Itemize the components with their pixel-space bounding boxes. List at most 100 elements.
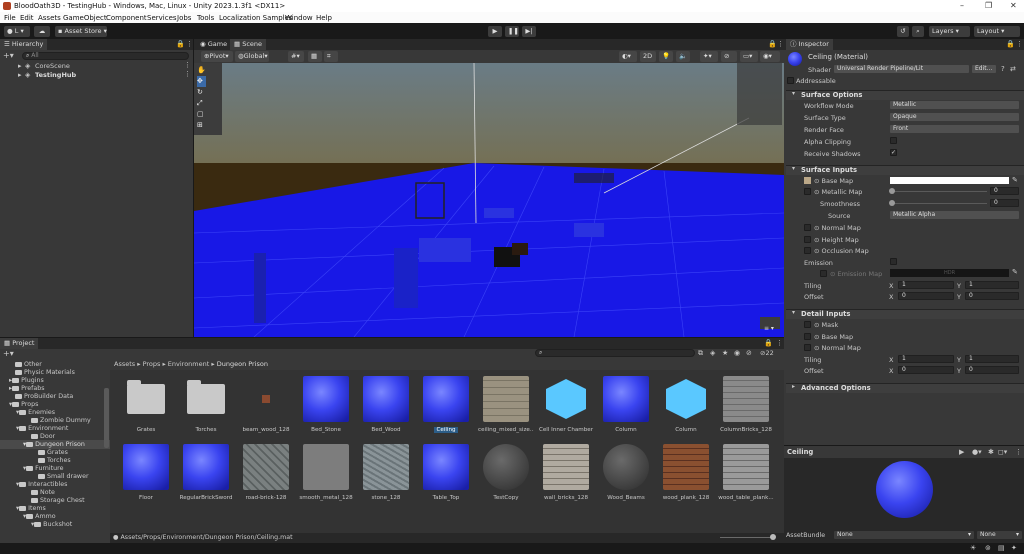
height-map-slot[interactable] xyxy=(804,236,811,243)
lock-icon[interactable]: 🔒 xyxy=(1006,40,1015,48)
tree-item-interactibles[interactable]: ▾ Interactibles xyxy=(16,481,67,488)
tree-item-buckshot[interactable]: ▾ Buckshot xyxy=(31,521,72,528)
asset-stone[interactable]: stone_128 xyxy=(358,444,414,501)
normal-map-slot[interactable] xyxy=(804,224,811,231)
help-icon[interactable]: ? xyxy=(1001,65,1005,73)
thumbnail-size-handle[interactable] xyxy=(770,534,776,540)
metallic-value-field[interactable]: 0 xyxy=(990,187,1019,195)
camera-icon[interactable]: ▭▾ xyxy=(740,51,758,62)
emission-map-slot[interactable] xyxy=(820,270,827,277)
light-icon[interactable]: ✱ xyxy=(988,448,994,456)
detail-offset-y-field[interactable]: 0 xyxy=(965,366,1019,374)
asset-beam-wood[interactable]: beam_wood_128 xyxy=(238,376,294,433)
tree-item-small-drawer[interactable]: Small drawer xyxy=(38,473,89,480)
favorite-icon[interactable]: ★ xyxy=(722,349,728,357)
tree-item-probuilder-data[interactable]: ProBuilder Data xyxy=(15,393,73,400)
filter-type-icon[interactable]: ⧉ xyxy=(698,349,703,358)
asset-wood-table-plank[interactable]: wood_table_plank... xyxy=(718,444,774,501)
move-tool-icon[interactable]: ✥ xyxy=(197,76,206,87)
mode-2d-toggle[interactable]: 2D xyxy=(640,51,656,62)
grid-icon[interactable]: ▦ xyxy=(308,51,322,62)
progress-icon[interactable]: ☀ xyxy=(970,544,976,552)
add-icon[interactable]: +▾ xyxy=(3,51,14,60)
lock-icon[interactable]: 🔒 xyxy=(768,40,777,48)
smoothness-slider-track[interactable] xyxy=(892,203,987,204)
hand-tool-icon[interactable]: ✋ xyxy=(197,65,206,76)
tree-item-note[interactable]: Note xyxy=(31,489,55,496)
tree-item-props[interactable]: ▾ Props xyxy=(9,401,38,408)
pause-icon[interactable]: ❚❚ xyxy=(505,26,519,37)
layout-dropdown[interactable]: Layout ▾ xyxy=(974,26,1020,37)
asset-ceiling-mixed[interactable]: ceiling_mixed_size... xyxy=(478,376,534,433)
tree-item-ammo[interactable]: ▾ Ammo xyxy=(23,513,56,520)
grid-snap-icon[interactable]: #▾ xyxy=(288,51,304,62)
tree-item-grates[interactable]: Grates xyxy=(38,449,68,456)
step-icon[interactable]: ▶| xyxy=(522,26,536,37)
more-icon[interactable]: ⋮ xyxy=(776,339,783,347)
asset-column-material[interactable]: Column xyxy=(598,376,654,433)
more-icon[interactable]: ⋮ xyxy=(184,61,191,69)
more-icon[interactable]: ⋮ xyxy=(1016,40,1023,48)
asset-column-prefab[interactable]: Column xyxy=(658,376,714,433)
asset-wood-beams[interactable]: Wood_Beams xyxy=(598,444,654,501)
tree-item-enemies[interactable]: ▾ Enemies xyxy=(16,409,55,416)
asset-bed-wood[interactable]: Bed_Wood xyxy=(358,376,414,433)
hidden-packages-icon[interactable]: ⊘ xyxy=(746,349,752,357)
tab-hierarchy[interactable]: ☰ Hierarchy xyxy=(0,39,48,50)
menu-jobs[interactable]: Jobs xyxy=(177,14,191,22)
surface-options-foldout[interactable]: Surface Options xyxy=(786,90,1024,100)
menu-assets[interactable]: Assets xyxy=(38,14,61,22)
tab-game[interactable]: ◉ Game xyxy=(196,39,232,50)
detail-tiling-x-field[interactable]: 1 xyxy=(898,355,954,363)
audio-icon[interactable]: 🔈 xyxy=(676,51,690,62)
tab-scene[interactable]: ▦ Scene xyxy=(230,39,267,50)
minimize-button[interactable]: – xyxy=(960,1,964,10)
asset-testcopy[interactable]: TestCopy xyxy=(478,444,534,501)
detail-base-map-slot[interactable] xyxy=(804,333,811,340)
tree-item-zombie-dummy[interactable]: Zombie Dummy xyxy=(31,417,91,424)
visibility-icon[interactable]: ◉ xyxy=(734,349,740,357)
preset-icon[interactable]: ⇄ xyxy=(1010,65,1016,73)
eyedropper-icon[interactable]: ✎ xyxy=(1012,176,1018,184)
scale-tool-icon[interactable]: ⤢ xyxy=(197,98,206,109)
occlusion-map-slot[interactable] xyxy=(804,247,811,254)
menu-file[interactable]: File xyxy=(4,14,16,22)
create-asset-icon[interactable]: +▾ xyxy=(3,349,14,358)
smoothness-slider-handle[interactable] xyxy=(889,200,895,206)
more-icon[interactable]: ⋮ xyxy=(1015,448,1022,456)
breadcrumb-assets[interactable]: Assets xyxy=(114,360,135,368)
asset-smooth-metal[interactable]: smooth_metal_128 xyxy=(298,444,354,501)
detail-normal-map-slot[interactable] xyxy=(804,344,811,351)
surface-type-dropdown[interactable]: Opaque xyxy=(890,113,1019,121)
more-icon[interactable]: ⋮ xyxy=(184,70,191,78)
tree-item-furniture[interactable]: ▾ Furniture xyxy=(23,465,63,472)
tree-item-dungeon-prison[interactable]: ▾ Dungeon Prison xyxy=(23,441,85,448)
more-icon[interactable]: ⋮ xyxy=(777,40,784,48)
alpha-clipping-checkbox[interactable] xyxy=(890,137,897,144)
surface-inputs-foldout[interactable]: Surface Inputs xyxy=(786,165,1024,175)
asset-grates[interactable]: Grates xyxy=(118,376,174,433)
tab-inspector[interactable]: ⓘ Inspector xyxy=(786,39,833,50)
tree-item-prefabs[interactable]: ▸ Prefabs xyxy=(9,385,45,392)
pivot-dropdown[interactable]: ⊕Pivot▾ xyxy=(201,51,233,62)
advanced-options-foldout[interactable]: Advanced Options xyxy=(786,383,1024,393)
asset-regularbricksword[interactable]: RegularBrickSword xyxy=(178,444,234,501)
thumbnail-size-slider[interactable] xyxy=(720,537,775,538)
lock-icon[interactable]: 🔒 xyxy=(176,40,185,48)
detail-inputs-foldout[interactable]: Detail Inputs xyxy=(786,309,1024,319)
preview-sphere[interactable] xyxy=(876,461,933,518)
detail-offset-x-field[interactable]: 0 xyxy=(898,366,954,374)
asset-floor[interactable]: Floor xyxy=(118,444,174,501)
tree-scrollbar[interactable] xyxy=(104,388,109,448)
background-icon[interactable]: ◻▾ xyxy=(998,448,1007,456)
asset-bed-stone[interactable]: Bed_Stone xyxy=(298,376,354,433)
addressable-checkbox[interactable] xyxy=(787,77,794,84)
eyedropper-icon[interactable]: ✎ xyxy=(1012,268,1018,276)
tree-item-storage-chest[interactable]: Storage Chest xyxy=(31,497,85,504)
transform-tool-icon[interactable]: ⊞ xyxy=(197,120,206,131)
mask-slot[interactable] xyxy=(804,321,811,328)
rotate-tool-icon[interactable]: ↻ xyxy=(197,87,206,98)
asset-cell-inner-chamber[interactable]: Cell Inner Chamber xyxy=(538,376,594,433)
detail-tiling-y-field[interactable]: 1 xyxy=(965,355,1019,363)
menu-help[interactable]: Help xyxy=(316,14,332,22)
